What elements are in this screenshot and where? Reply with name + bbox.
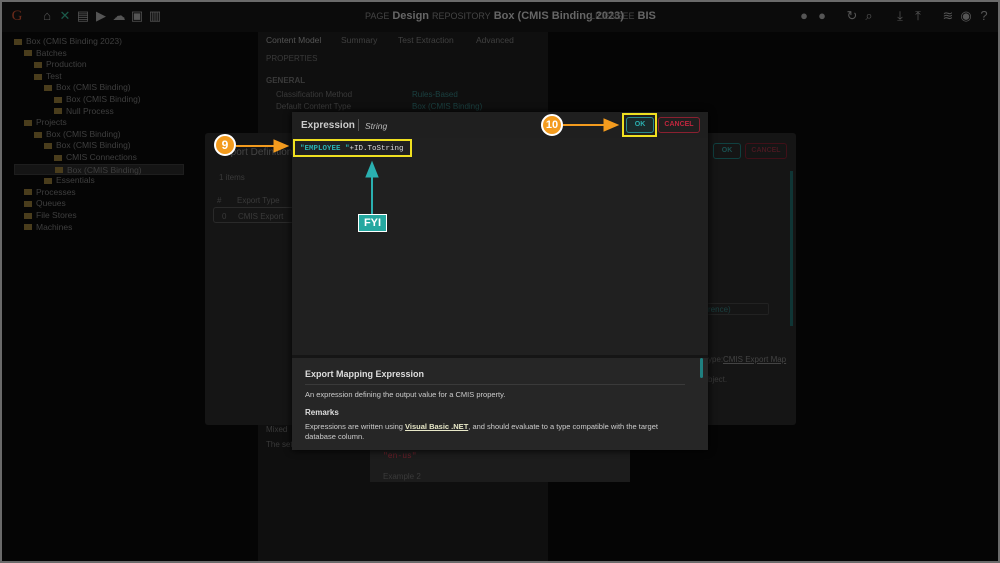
arrow-9 (236, 139, 290, 153)
arrow-10 (563, 118, 620, 132)
arrow-fyi (365, 160, 379, 214)
fyi-callout: FYI (358, 214, 387, 232)
annotation-arrows (236, 118, 620, 214)
